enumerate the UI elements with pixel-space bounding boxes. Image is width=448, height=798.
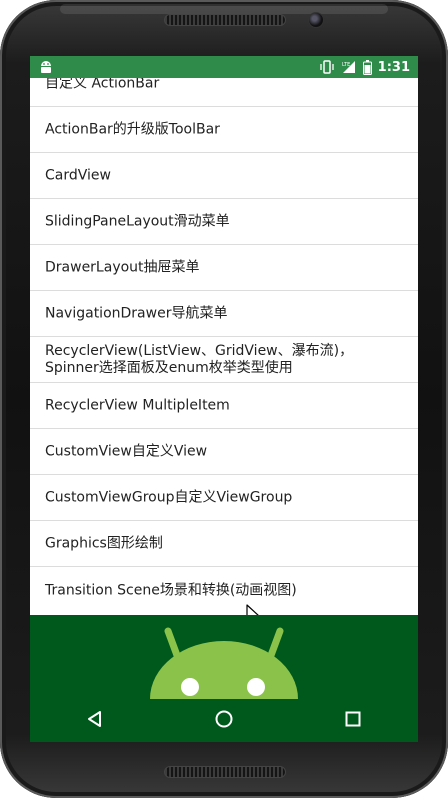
list-item-label: NavigationDrawer导航菜单 <box>45 305 228 322</box>
lte-signal-icon: LTE <box>342 61 355 73</box>
list-item[interactable]: 自定义 ActionBar <box>30 78 418 107</box>
phone-frame: LTE 1:31 自定义 ActionBar ActionBar的升级版Tool… <box>0 0 448 798</box>
list-item-label: CustomView自定义View <box>45 443 208 460</box>
back-icon <box>87 711 101 727</box>
list-item[interactable]: ActionBar的升级版ToolBar <box>30 108 418 153</box>
list-item-label: CustomViewGroup自定义ViewGroup <box>45 489 293 506</box>
list-item-label: RecyclerView(ListView、GridView、瀑布流)， Spi… <box>45 343 354 376</box>
android-notification-icon <box>41 61 51 73</box>
list-item[interactable]: Graphics图形绘制 <box>30 522 418 567</box>
list-item[interactable]: Transition Scene场景和转换(动画视图) <box>30 568 418 613</box>
list-item[interactable]: CustomViewGroup自定义ViewGroup <box>30 476 418 521</box>
earpiece-speaker <box>164 14 286 26</box>
list-item[interactable]: SlidingPaneLayout滑动菜单 <box>30 200 418 245</box>
screen: LTE 1:31 自定义 ActionBar ActionBar的升级版Tool… <box>30 56 418 742</box>
list-item[interactable]: DrawerLayout抽屉菜单 <box>30 246 418 291</box>
list-item[interactable]: NavigationDrawer导航菜单 <box>30 292 418 337</box>
clock: 1:31 <box>377 59 410 75</box>
list-item-label: 自定义 ActionBar <box>45 78 160 92</box>
list-item-label: DrawerLayout抽屉菜单 <box>45 259 200 276</box>
list-item[interactable]: RecyclerView MultipleItem <box>30 384 418 429</box>
mouse-cursor-icon <box>246 604 259 615</box>
list-item[interactable]: CardView <box>30 154 418 199</box>
recents-button[interactable] <box>333 699 373 739</box>
home-button[interactable] <box>204 699 244 739</box>
list-item-label: SlidingPaneLayout滑动菜单 <box>45 213 230 230</box>
list-item-label: Graphics图形绘制 <box>45 535 163 552</box>
list-item[interactable]: RecyclerView(ListView、GridView、瀑布流)， Spi… <box>30 338 418 383</box>
list-item-label: RecyclerView MultipleItem <box>45 397 230 414</box>
list-item-label: ActionBar的升级版ToolBar <box>45 121 220 138</box>
status-icons: LTE 1:31 <box>319 56 410 78</box>
vibrate-icon <box>320 60 334 74</box>
home-icon <box>215 710 233 728</box>
list-item[interactable]: CustomView自定义View <box>30 430 418 475</box>
bottom-speaker <box>164 766 286 778</box>
menu-list[interactable]: 自定义 ActionBar ActionBar的升级版ToolBar CardV… <box>30 78 418 615</box>
bezel-highlight <box>60 4 388 14</box>
recents-icon <box>345 711 361 727</box>
front-camera <box>308 12 324 28</box>
list-item-label: Transition Scene场景和转换(动画视图) <box>45 582 297 598</box>
svg-text:LTE: LTE <box>342 62 350 68</box>
status-bar: LTE 1:31 <box>30 56 418 78</box>
navigation-bar <box>30 696 418 742</box>
list-item-label: CardView <box>45 167 111 184</box>
battery-icon <box>362 59 372 75</box>
back-button[interactable] <box>75 699 115 739</box>
